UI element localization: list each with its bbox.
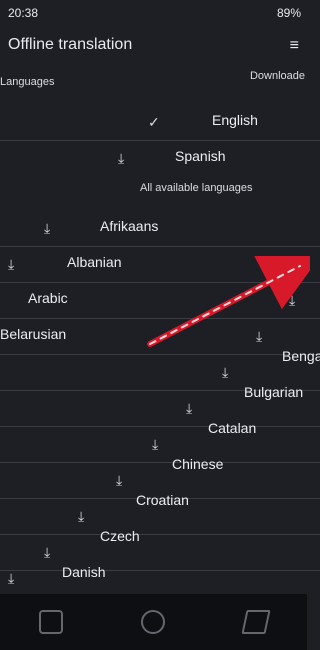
check-icon: ✓ (148, 114, 160, 130)
language-label: Spanish (175, 148, 226, 164)
download-icon[interactable]: ⤓ (44, 544, 50, 561)
download-icon[interactable]: ⤓ (116, 472, 122, 489)
download-icon[interactable]: ⤓ (256, 328, 262, 345)
list-item[interactable]: ⤓ Belarusian (0, 318, 307, 354)
recent-apps-icon[interactable] (39, 610, 64, 634)
system-navbar (0, 594, 307, 650)
language-label: Albanian (67, 254, 122, 270)
download-icon[interactable]: ⤓ (78, 508, 84, 525)
languages-section: Languages Downloade (0, 66, 307, 102)
list-item[interactable]: ✓ English (0, 104, 307, 140)
home-icon[interactable] (141, 610, 166, 634)
status-time: 20:38 (8, 6, 39, 20)
download-icon[interactable]: ⤓ (8, 570, 14, 587)
status-bar: 20:38 89% (0, 0, 307, 26)
list-item[interactable]: ⤓ Arabic (0, 282, 307, 318)
languages-header: Languages (0, 76, 55, 88)
downloaded-header: Downloade (249, 70, 305, 82)
download-icon[interactable]: ⤓ (222, 364, 228, 381)
all-languages-header: All available languages (140, 182, 253, 194)
all-languages-section: All available languages (0, 180, 307, 210)
list-item[interactable]: ⤓ Croatian (0, 492, 307, 534)
language-label: Croatian (136, 492, 189, 508)
download-icon[interactable]: ⤓ (118, 150, 124, 167)
language-label: Czech (100, 528, 140, 544)
language-label: Bengali (282, 348, 320, 364)
language-label: Catalan (208, 420, 257, 436)
battery-level: 89% (276, 6, 301, 20)
language-label: Afrikaans (100, 218, 159, 234)
language-label: Bulgarian (244, 384, 304, 400)
list-item[interactable]: ⤓ Spanish (0, 140, 307, 176)
list-item[interactable]: ⤓ Bulgarian (0, 384, 307, 426)
back-icon[interactable] (241, 610, 271, 634)
list-item[interactable]: ⤓ Afrikaans (0, 210, 307, 246)
language-label: English (212, 112, 258, 128)
download-icon[interactable]: ⤓ (186, 400, 192, 417)
download-icon[interactable]: ⤓ (44, 220, 50, 237)
language-label: Chinese (172, 456, 224, 472)
page-title: Offline translation (8, 36, 133, 53)
list-item[interactable]: ⤓ Catalan (0, 420, 307, 462)
download-icon[interactable]: ⤓ (8, 256, 14, 273)
list-item[interactable]: ⤓ Danish (0, 560, 307, 596)
app-bar: Offline translation ≡ (0, 26, 307, 66)
language-label: Arabic (28, 290, 68, 306)
language-label: Danish (62, 564, 106, 580)
download-icon[interactable]: ⤓ (289, 292, 295, 309)
download-icon[interactable]: ⤓ (152, 436, 158, 453)
language-label: Belarusian (0, 326, 67, 342)
list-item[interactable]: ⤓ Albanian (0, 246, 307, 282)
status-icons: 89% (277, 6, 301, 20)
menu-icon[interactable]: ≡ (290, 37, 299, 55)
